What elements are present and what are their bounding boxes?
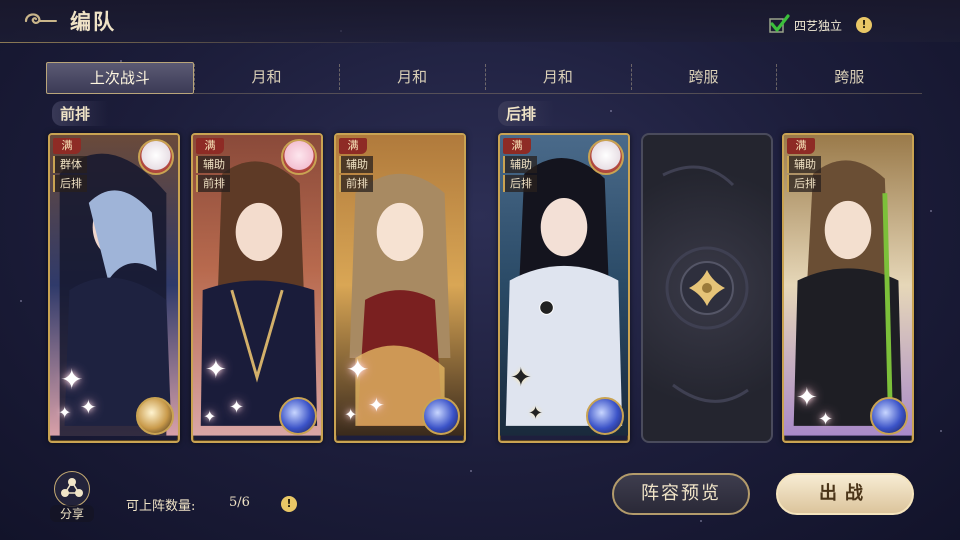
sparkle-icon: ✦: [80, 395, 97, 419]
sparkle-icon: ✦: [368, 393, 385, 417]
share-icon: [54, 471, 90, 507]
element-orb-icon: [279, 397, 317, 435]
character-card-5[interactable]: 满 辅助 后排 ✦ ✦: [782, 133, 914, 443]
position-tag: 后排: [787, 175, 821, 192]
role-tag: 辅助: [503, 156, 537, 173]
max-level-badge: 满: [196, 138, 224, 154]
position-tag: 后排: [503, 175, 537, 192]
pet-avatar-icon[interactable]: [138, 139, 174, 175]
top-bar: 编队 四艺独立 !: [0, 0, 960, 42]
deploy-count-label: 可上阵数量:: [126, 499, 196, 514]
tab-yuehe-1[interactable]: 月和: [193, 62, 340, 94]
four-arts-toggle[interactable]: 四艺独立 !: [768, 14, 873, 36]
sparkle-icon: ✦: [344, 405, 358, 424]
tab-cross-server-2[interactable]: 跨服: [776, 62, 923, 94]
tab-yuehe-2[interactable]: 月和: [339, 62, 486, 94]
cloud-swirl-icon[interactable]: [22, 9, 58, 31]
position-tag: 前排: [196, 175, 230, 192]
empty-formation-slot[interactable]: [641, 133, 773, 443]
back-row-label: 后排: [498, 101, 555, 126]
role-tag: 辅助: [196, 156, 230, 173]
tab-cross-server-1[interactable]: 跨服: [630, 62, 777, 94]
character-card-3[interactable]: 满 辅助 前排 ✦ ✦ ✦: [334, 133, 466, 443]
sparkle-icon: ✦: [528, 403, 544, 424]
pet-avatar-icon[interactable]: [588, 139, 624, 175]
sparkle-icon: ✦: [796, 383, 818, 413]
sparkle-icon: ✦: [205, 355, 227, 385]
share-button[interactable]: 分享: [50, 471, 94, 522]
role-tag: 辅助: [339, 156, 373, 173]
pet-avatar-icon[interactable]: [281, 139, 317, 175]
sparkle-icon: ✦: [510, 363, 532, 393]
info-icon[interactable]: !: [856, 17, 873, 33]
element-orb-icon: [422, 397, 460, 435]
formation-tabs: 上次战斗 月和 月和 月和 跨服 跨服: [46, 62, 923, 94]
max-level-badge: 满: [787, 138, 815, 154]
role-tag: 群体: [53, 156, 87, 173]
sparkle-icon: ✦: [60, 363, 84, 396]
add-member-icon[interactable]: [687, 268, 727, 308]
header-divider: [0, 42, 420, 43]
max-level-badge: 满: [503, 138, 531, 154]
tab-yuehe-3[interactable]: 月和: [485, 62, 631, 94]
sparkle-icon: ✦: [818, 409, 834, 430]
checkmark-icon[interactable]: [768, 14, 790, 36]
share-label: 分享: [50, 505, 94, 522]
role-tag: 辅助: [787, 156, 821, 173]
max-level-badge: 满: [53, 138, 81, 154]
page-title: 编队: [70, 9, 116, 34]
character-card-4[interactable]: 满 辅助 后排 ✦ ✦: [498, 133, 630, 443]
sparkle-icon: ✦: [229, 397, 245, 418]
front-row-label: 前排: [52, 101, 109, 126]
element-orb-icon: [870, 397, 908, 435]
element-orb-icon: [586, 397, 624, 435]
sparkle-icon: ✦: [58, 403, 72, 422]
sparkle-icon: ✦: [346, 353, 370, 386]
four-arts-label: 四艺独立: [794, 18, 843, 33]
character-card-1[interactable]: 满 群体 后排 ✦ ✦ ✦: [48, 133, 180, 443]
character-card-2[interactable]: 满 辅助 前排 ✦ ✦ ✦: [191, 133, 323, 443]
info-icon[interactable]: !: [281, 496, 297, 512]
element-orb-icon: [136, 397, 174, 435]
position-tag: 前排: [339, 175, 373, 192]
deploy-count-value: 5/6: [229, 495, 250, 510]
position-tag: 后排: [53, 175, 87, 192]
lineup-preview-button[interactable]: 阵容预览: [612, 473, 750, 515]
max-level-badge: 满: [339, 138, 367, 154]
tab-last-battle[interactable]: 上次战斗: [46, 62, 194, 94]
go-to-battle-button[interactable]: 出战: [776, 473, 914, 515]
sparkle-icon: ✦: [203, 407, 217, 426]
